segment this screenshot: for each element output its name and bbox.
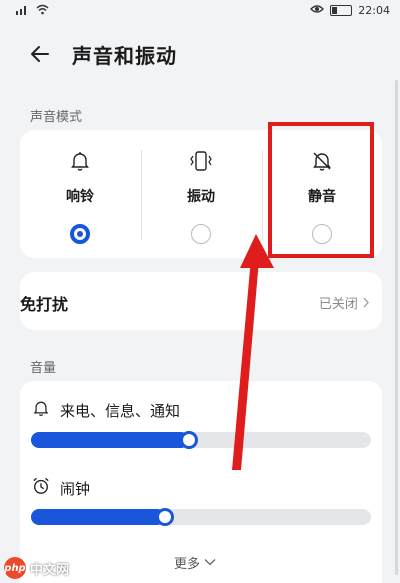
annotation-arrow — [232, 234, 274, 470]
watermark-logo: php — [4, 557, 26, 579]
watermark: php 中文网 — [4, 557, 69, 579]
watermark-text: 中文网 — [30, 562, 70, 578]
